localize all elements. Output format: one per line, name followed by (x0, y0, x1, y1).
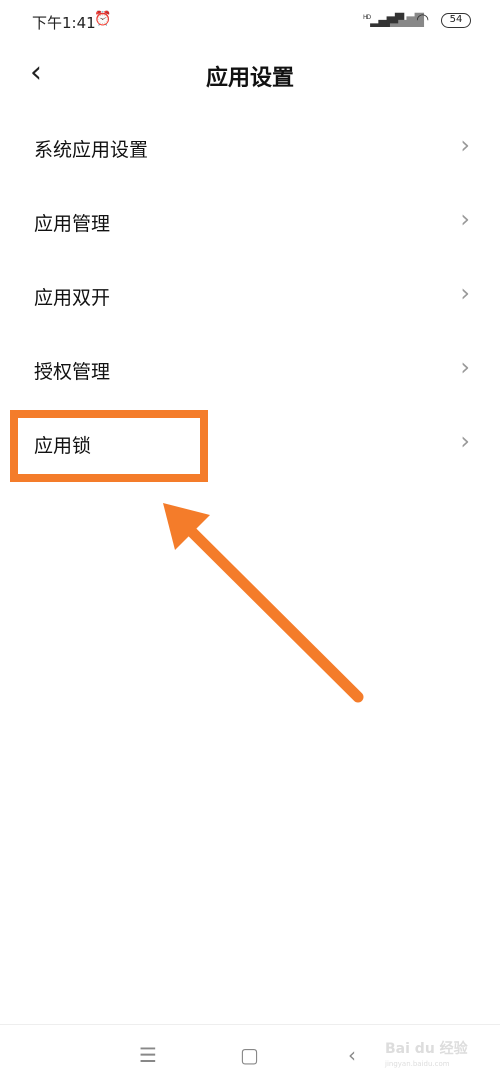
home-button[interactable]: ▢ (240, 1043, 259, 1067)
back-nav-button[interactable]: ‹ (348, 1043, 356, 1067)
menu-button[interactable]: ☰ (139, 1043, 157, 1067)
annotation-arrow-icon (163, 503, 364, 703)
watermark-url: jingyan.baidu.com (385, 1060, 450, 1068)
watermark-logo: Bai du 经验 (385, 1041, 468, 1057)
